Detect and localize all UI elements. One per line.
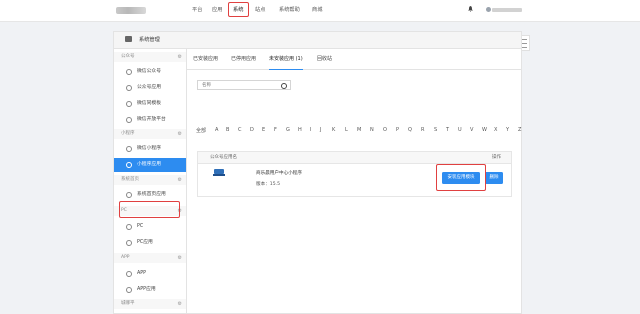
letter-x[interactable]: X xyxy=(494,127,497,133)
letter-g[interactable]: G xyxy=(286,127,290,133)
gear-icon: ⚙ xyxy=(177,131,182,137)
sidebar-item-pc-apps[interactable]: PC应用 xyxy=(114,236,186,250)
letter-v[interactable]: V xyxy=(470,127,473,133)
letter-e[interactable]: E xyxy=(262,127,265,133)
circle-icon xyxy=(126,224,132,230)
sidebar-item-open-platform[interactable]: 微信开放平台 xyxy=(114,113,186,127)
table-header: 公众号应用名 操作 xyxy=(198,152,511,164)
sidebar-item-templates[interactable]: 微信同模板 xyxy=(114,97,186,111)
highlight-box xyxy=(228,2,249,17)
bell-icon[interactable] xyxy=(468,6,473,12)
sidebar-item-account-apps[interactable]: 公众号应用 xyxy=(114,81,186,95)
gear-icon: ⚙ xyxy=(177,301,182,307)
nav-store[interactable]: 商城 xyxy=(312,0,322,21)
letter-s[interactable]: S xyxy=(434,127,437,133)
app-logo-icon xyxy=(213,167,225,178)
sidebar-item-home-apps[interactable]: 系统首页应用 xyxy=(114,188,186,202)
monitor-icon xyxy=(125,36,132,42)
letter-p[interactable]: P xyxy=(396,127,399,133)
gear-icon: ⚙ xyxy=(177,177,182,183)
gear-icon: ⚙ xyxy=(177,54,182,60)
letter-c[interactable]: C xyxy=(238,127,242,133)
letter-y[interactable]: Y xyxy=(506,127,509,133)
letter-m[interactable]: M xyxy=(357,127,361,133)
tab-recycle[interactable]: 回收站 xyxy=(317,49,332,69)
nav-apps[interactable]: 应用 xyxy=(212,0,222,21)
search-icon[interactable] xyxy=(281,82,287,89)
sidebar-item-pc[interactable]: PC xyxy=(114,220,186,234)
panel-title: 系统管理 xyxy=(139,37,160,43)
app-name: 商乐晨用户中心小程序 xyxy=(256,171,302,176)
sidebar-item-app-apps[interactable]: APP应用 xyxy=(114,283,186,297)
tab-disabled[interactable]: 已停用应用 xyxy=(231,49,256,69)
letter-a[interactable]: A xyxy=(215,127,218,133)
sidebar: 公众号 ⚙ 微信公众号 公众号应用 微信同模板 微信开放平台 小程序 ⚙ 微信小程序… xyxy=(114,49,187,313)
delete-button[interactable]: 删除 xyxy=(485,172,503,184)
sidebar-item-miniprogram[interactable]: 微信小程序 xyxy=(114,142,186,156)
letter-f[interactable]: F xyxy=(274,127,277,133)
tab-not-installed[interactable]: 未安装应用 (1) xyxy=(269,49,303,70)
circle-icon xyxy=(126,117,132,123)
letter-j[interactable]: J xyxy=(320,127,321,133)
circle-icon xyxy=(126,192,132,198)
main-content: 已安装应用 已停用应用 未安装应用 (1) 回收站 全部 A B C D E F… xyxy=(187,49,521,313)
letter-k[interactable]: K xyxy=(332,127,335,133)
highlight-box xyxy=(119,201,180,218)
circle-icon xyxy=(126,162,132,168)
tab-installed[interactable]: 已安装应用 xyxy=(193,49,218,69)
letter-b[interactable]: B xyxy=(226,127,229,133)
letter-w[interactable]: W xyxy=(482,127,487,133)
sidebar-section: 系统首页 ⚙ xyxy=(114,175,186,185)
letter-t[interactable]: T xyxy=(446,127,449,133)
letter-u[interactable]: U xyxy=(458,127,462,133)
nav-help[interactable]: 系统帮助 xyxy=(279,0,300,21)
letter-h[interactable]: H xyxy=(298,127,302,133)
highlight-box xyxy=(436,164,486,191)
search-box xyxy=(197,80,291,90)
nav-platform[interactable]: 平台 xyxy=(192,0,202,21)
letter-z[interactable]: Z xyxy=(518,127,521,133)
circle-icon xyxy=(126,271,132,277)
circle-icon xyxy=(126,69,132,75)
sidebar-item-app[interactable]: APP xyxy=(114,267,186,281)
system-panel: 系统管理 公众号 ⚙ 微信公众号 公众号应用 微信同模板 微信开放平台 小程序 ⚙ … xyxy=(113,31,522,314)
letter-n[interactable]: N xyxy=(370,127,374,133)
sidebar-section: 小程序 ⚙ xyxy=(114,129,186,139)
letter-o[interactable]: O xyxy=(383,127,387,133)
search-input[interactable] xyxy=(198,81,282,89)
logo xyxy=(116,7,146,14)
letter-r[interactable]: R xyxy=(421,127,424,133)
letter-filter: 全部 A B C D E F G H I J K L M N O P Q R S… xyxy=(196,127,521,137)
panel-header: 系统管理 xyxy=(114,32,521,49)
circle-icon xyxy=(126,240,132,246)
top-bar: 平台 应用 系统 站点 系统帮助 商城 xyxy=(0,0,640,22)
circle-icon xyxy=(126,146,132,152)
username[interactable] xyxy=(492,8,522,12)
nav-site[interactable]: 站点 xyxy=(255,0,265,21)
app-table: 公众号应用名 操作 商乐晨用户中心小程序 版本：15.5 安装应用模块 删除 xyxy=(197,151,512,197)
letter-all[interactable]: 全部 xyxy=(196,127,206,134)
letter-d[interactable]: D xyxy=(250,127,254,133)
column-action-header: 操作 xyxy=(492,155,501,160)
circle-icon xyxy=(126,287,132,293)
gear-icon: ⚙ xyxy=(177,255,182,261)
tab-bar: 已安装应用 已停用应用 未安装应用 (1) 回收站 xyxy=(187,49,521,70)
column-name-header: 公众号应用名 xyxy=(210,155,237,160)
letter-l[interactable]: L xyxy=(345,127,348,133)
sidebar-section: APP ⚙ xyxy=(114,253,186,263)
sidebar-section: 公众号 ⚙ xyxy=(114,52,186,62)
sidebar-item-wechat-account[interactable]: 微信公众号 xyxy=(114,65,186,79)
avatar[interactable] xyxy=(486,7,491,12)
sidebar-item-miniprogram-apps[interactable]: 小程序应用 xyxy=(114,158,186,172)
sidebar-section: 城哪平 ⚙ xyxy=(114,299,186,309)
letter-i[interactable]: I xyxy=(310,127,311,133)
circle-icon xyxy=(126,85,132,91)
app-version: 版本：15.5 xyxy=(256,182,281,187)
circle-icon xyxy=(126,101,132,107)
letter-q[interactable]: Q xyxy=(408,127,412,133)
